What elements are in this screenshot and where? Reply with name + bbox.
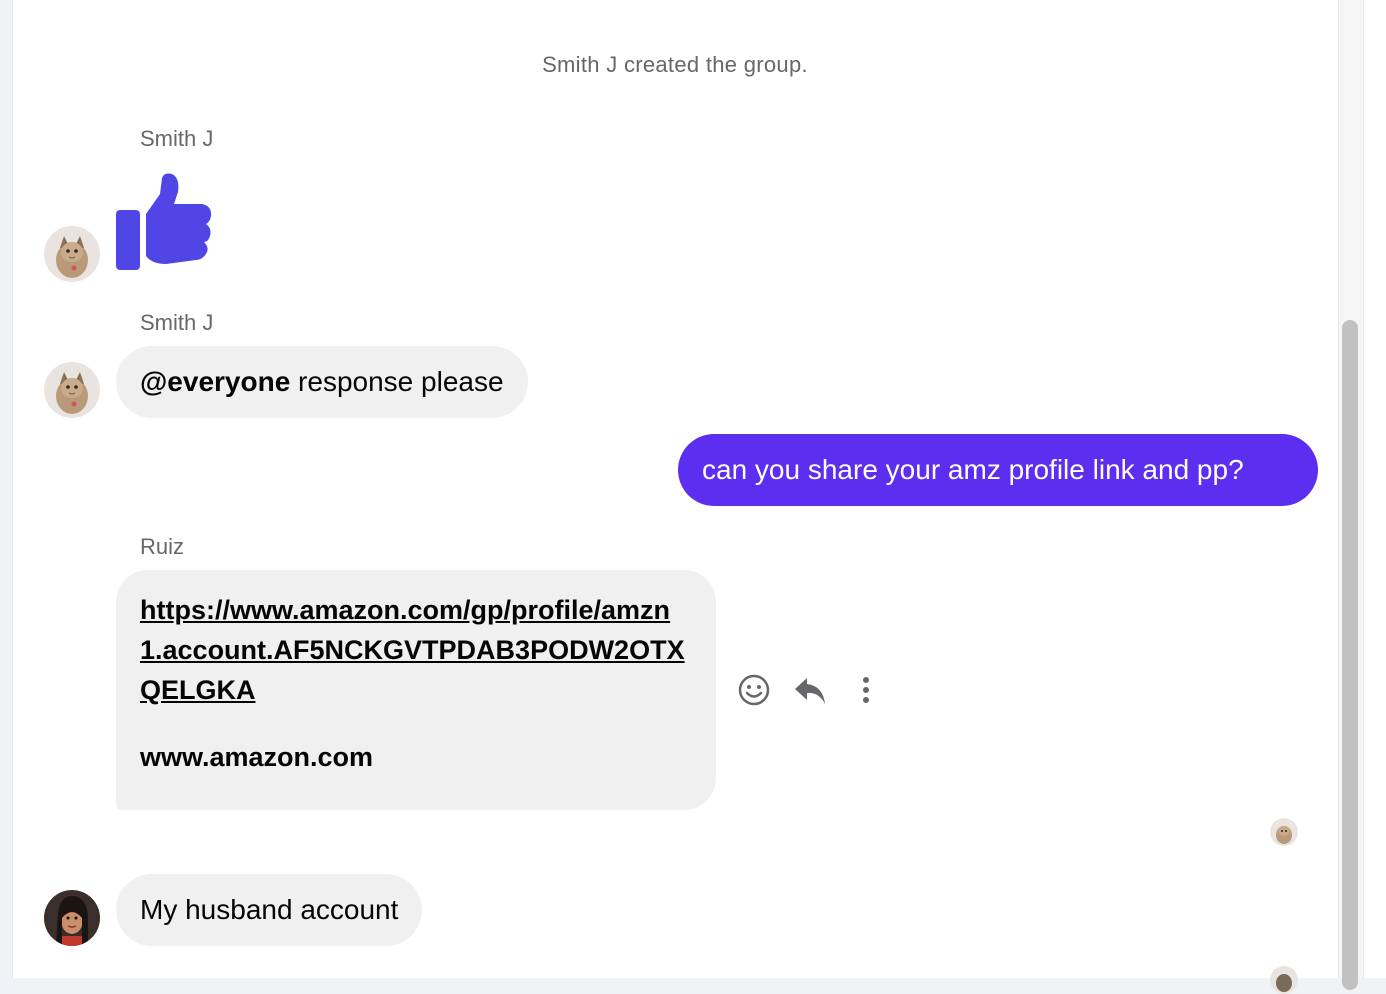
mention-everyone[interactable]: @everyone <box>140 366 290 397</box>
link-preview-domain[interactable]: www.amazon.com <box>140 742 692 773</box>
seen-receipt-avatar <box>1270 818 1298 846</box>
outgoing-message-bubble[interactable]: can you share your amz profile link and … <box>678 434 1318 506</box>
scrollbar-thumb[interactable] <box>1342 320 1358 990</box>
message-text: can you share your amz profile link and … <box>702 454 1244 485</box>
sender-name: Smith J <box>140 126 214 151</box>
reply-icon[interactable] <box>792 672 828 708</box>
seen-receipt-avatar <box>1270 966 1298 994</box>
avatar-smith-j[interactable] <box>44 226 100 282</box>
avatar-participant[interactable] <box>44 890 100 946</box>
message-bubble[interactable]: @everyone response please <box>116 346 528 418</box>
smiley-icon[interactable] <box>736 672 772 708</box>
link-message-bubble[interactable]: https://www.amazon.com/gp/profile/amzn1.… <box>116 570 716 810</box>
avatar-smith-j[interactable] <box>44 362 100 418</box>
sender-name: Smith J <box>140 310 214 335</box>
thumbs-up-icon <box>116 173 212 270</box>
message-text: My husband account <box>140 894 399 925</box>
message-bubble[interactable]: My husband account <box>116 874 423 946</box>
more-vertical-icon[interactable] <box>848 672 884 708</box>
like-sticker[interactable] <box>116 172 216 272</box>
group-created-notice: Smith J created the group. <box>542 52 808 77</box>
sender-name: Ruiz <box>140 534 185 559</box>
message-text: response please <box>290 366 504 397</box>
profile-link[interactable]: https://www.amazon.com/gp/profile/amzn1.… <box>140 590 692 710</box>
